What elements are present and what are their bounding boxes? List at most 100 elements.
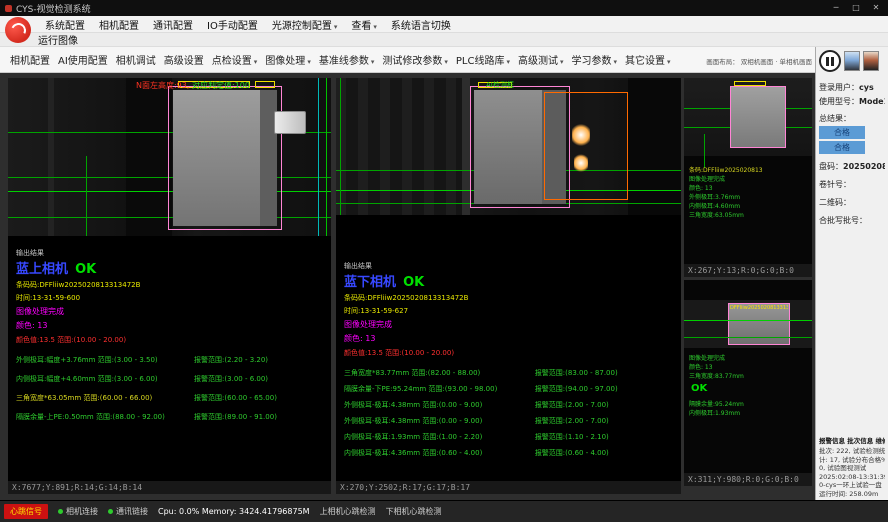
stats-block: 报警信息 批次信息 维修信息 批次: 222, 试验检测统计计: 17, 试验分…	[819, 435, 885, 498]
dropdown-arrow-icon: ▾	[613, 58, 617, 66]
heartbeat-button[interactable]: 心跳信号	[4, 504, 48, 519]
menu-item-5[interactable]: 查看▾	[344, 17, 384, 32]
dropdown-arrow-icon: ▾	[560, 58, 564, 66]
measurement-text: 三角宽度*63.05mm 范围:(60.00 - 66.00)	[16, 393, 194, 403]
measure-row: 外侧极耳:幅度+3.76mm 范围:(3.00 - 3.50)报警范围:(2.2…	[16, 355, 323, 365]
login-user-row: 登录用户：cys	[819, 82, 885, 93]
model-row: 使用型号：Mode11	[819, 96, 885, 107]
machine-edge	[48, 78, 54, 236]
model-value: Mode11	[859, 97, 885, 106]
tab-run-image[interactable]: 运行图像	[38, 32, 78, 47]
reflective-spot	[574, 154, 588, 172]
measurement-rows: 三角宽度*83.77mm 范围:(82.00 - 88.00)报警范围:(83.…	[344, 368, 673, 458]
dropdown-arrow-icon: ▾	[667, 58, 671, 66]
measurement-text: 内侧极耳-极耳:1.93mm 范围:(1.00 - 2.20)	[344, 432, 535, 442]
toolbar: 相机配置AI使用配置相机调试高级设置点检设置▾图像处理▾基准线参数▾测试修改参数…	[0, 47, 815, 73]
field-label: 合批写批号：	[819, 216, 867, 225]
total-result-box-0: 合格	[819, 126, 865, 139]
preview-result-lines: 隔膜余量:95.24mm内侧极耳:1.93mm	[689, 400, 744, 418]
minimize-button[interactable]: ─	[826, 0, 846, 16]
field-label: 卷针号：	[819, 180, 851, 189]
overlay-roi-orange	[544, 92, 628, 200]
pixel-coords-upper: X:7677;Y:891;R:14;G:14;B:14	[8, 481, 331, 494]
result-ok-badge: OK	[75, 262, 96, 277]
camera-thumb-button-1[interactable]	[844, 51, 860, 71]
camera-image-upper[interactable]: N面左高度:93, 对应判定值:100	[8, 78, 331, 236]
lower-heartbeat-text: 下相机心跳检测	[386, 506, 442, 517]
gripper-clip	[274, 111, 306, 134]
toolbar-item-9[interactable]: 高级测试▾	[514, 52, 568, 67]
camera-panel-upper: N面左高度:93, 对应判定值:100 输出结果 蓝上相机 OK 条码码:DFF…	[8, 78, 331, 481]
menu-items: 系统配置相机配置通讯配置IO手动配置光源控制配置▾查看▾系统语言切换	[38, 16, 888, 33]
close-button[interactable]: ✕	[866, 0, 886, 16]
toolbar-item-1[interactable]: AI使用配置	[54, 52, 112, 67]
sidebar-field-1: 卷针号：	[819, 179, 885, 190]
cpu-memory-text: Cpu: 0.0% Memory: 3424.41796875M	[158, 507, 310, 516]
alarm-range-text: 报警范围:(94.00 - 97.00)	[535, 384, 673, 394]
camera-name: 蓝上相机	[16, 258, 68, 277]
window-title: CYS-视觉检测系统	[16, 2, 91, 15]
status-bar: 心跳信号 相机连接 通讯链接 Cpu: 0.0% Memory: 3424.41…	[0, 500, 888, 522]
stats-header: 报警信息 批次信息 维修信息	[819, 435, 885, 445]
overlay-line-green	[340, 78, 341, 215]
camera-thumb-button-2[interactable]	[863, 51, 879, 71]
upper-heartbeat-text: 上相机心跳检测	[320, 506, 376, 517]
camera-image-lower[interactable]: AI检测框	[336, 78, 681, 215]
field-value: 20250208	[843, 162, 885, 171]
preview-image-top[interactable]: 条码:DFFliiw2025020813图像处理完成颜色: 13外侧极耳:3.7…	[684, 78, 812, 264]
alarm-range-text: 报警范围:(0.60 - 4.00)	[535, 448, 673, 458]
measurement-text: 隔膜余量-上PE:0.50mm 范围:(88.00 - 92.00)	[16, 412, 194, 422]
machine-shadow	[126, 78, 172, 236]
preview-result-line: 三角宽度:83.77mm	[689, 372, 744, 381]
toolbar-item-4[interactable]: 点检设置▾	[208, 52, 262, 67]
menu-item-2[interactable]: 通讯配置	[146, 17, 200, 32]
menu-item-6[interactable]: 系统语言切换	[384, 17, 458, 32]
toolbar-item-7[interactable]: 测试修改参数▾	[378, 52, 452, 67]
pixel-coords-lower: X:270;Y:2502;R:17;G:17;B:17	[336, 481, 681, 494]
result-title-row: 蓝上相机 OK	[16, 258, 323, 277]
sidebar-field-3: 合批写批号：	[819, 215, 885, 226]
overlay-line-cyan	[318, 78, 319, 236]
toolbar-item-11[interactable]: 其它设置▾	[621, 52, 675, 67]
measurement-text: 外侧极耳-极耳:4.38mm 范围:(0.00 - 9.00)	[344, 416, 535, 426]
dropdown-arrow-icon: ▾	[334, 23, 338, 31]
stats-lines: 批次: 222, 试验检测统计计: 17, 试验分布合格%0, 试验图视测试20…	[819, 447, 885, 498]
machine-shadow	[628, 78, 681, 215]
status-text: 图像处理完成	[344, 319, 673, 330]
dropdown-arrow-icon: ▾	[373, 23, 377, 31]
barcode-text: 条码码:DFFliiw2025020813313472B	[344, 293, 673, 303]
toolbar-item-2[interactable]: 相机调试	[112, 52, 160, 67]
pause-button[interactable]	[819, 50, 841, 72]
window-controls: ─ □ ✕	[826, 0, 886, 16]
measure-row: 隔膜余量-上PE:0.50mm 范围:(88.00 - 92.00)报警范围:(…	[16, 412, 323, 422]
login-user-label: 登录用户：	[819, 83, 859, 92]
pixel-coords-preview-bottom: X:311;Y:980;R:0;G:0;B:0	[684, 473, 812, 486]
toolbar-item-6[interactable]: 基准线参数▾	[315, 52, 379, 67]
measurement-text: 三角宽度*83.77mm 范围:(82.00 - 88.00)	[344, 368, 535, 378]
menu-item-0[interactable]: 系统配置	[38, 17, 92, 32]
preview-image-bottom[interactable]: DFFliiw2025020813313472B 图像处理完成颜色: 13三角宽…	[684, 280, 812, 473]
menubar: 系统配置相机配置通讯配置IO手动配置光源控制配置▾查看▾系统语言切换	[0, 16, 888, 33]
dropdown-arrow-icon: ▾	[371, 58, 375, 66]
toolbar-item-3[interactable]: 高级设置	[160, 52, 208, 67]
measure-row: 隔膜余量-下PE:95.24mm 范围:(93.00 - 98.00)报警范围:…	[344, 384, 673, 394]
machine-texture	[336, 78, 462, 215]
toolbar-item-10[interactable]: 学习参数▾	[567, 52, 621, 67]
preview-result-line: 隔膜余量:95.24mm	[689, 400, 744, 409]
tab-bar: 运行图像	[0, 33, 888, 47]
status-dot-icon	[58, 509, 63, 514]
total-result-label: 总结果：	[819, 113, 885, 124]
measure-row: 内侧极耳-极耳:1.93mm 范围:(1.00 - 2.20)报警范围:(1.1…	[344, 432, 673, 442]
total-result-boxes: 合格合格	[819, 124, 885, 154]
toolbar-item-0[interactable]: 相机配置	[6, 52, 54, 67]
status-dot-icon	[108, 509, 113, 514]
menu-item-3[interactable]: IO手动配置	[200, 17, 265, 32]
pause-icon	[826, 57, 834, 66]
toolbar-item-8[interactable]: PLC线路库▾	[452, 52, 514, 67]
menu-item-1[interactable]: 相机配置	[92, 17, 146, 32]
preview-panel-bottom: DFFliiw2025020813313472B 图像处理完成颜色: 13三角宽…	[684, 280, 812, 473]
maximize-button[interactable]: □	[846, 0, 866, 16]
menu-item-4[interactable]: 光源控制配置▾	[265, 17, 345, 32]
sidebar-buttons	[819, 50, 885, 72]
toolbar-item-5[interactable]: 图像处理▾	[261, 52, 315, 67]
